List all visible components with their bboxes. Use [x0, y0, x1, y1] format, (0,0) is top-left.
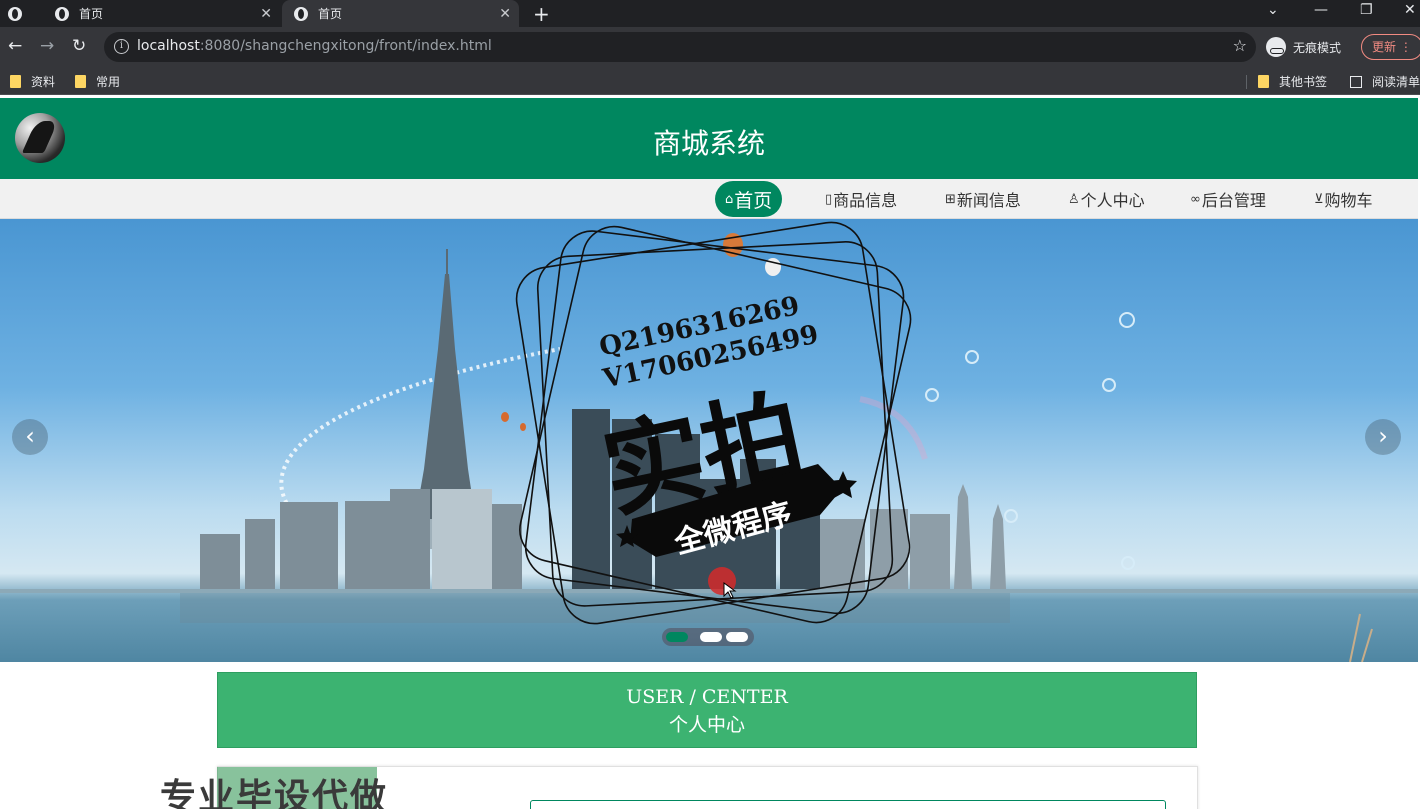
incognito-icon: [1266, 37, 1286, 57]
carousel-slide-image: Q2196316269 V17060256499 实拍 全微程序: [0, 221, 1418, 662]
minimize-button[interactable]: —: [1314, 2, 1328, 18]
folder-icon: [75, 75, 86, 88]
address-bar[interactable]: i localhost:8080/shangchengxitong/front/…: [104, 32, 1256, 62]
reading-list-icon: [1350, 75, 1362, 88]
watermark-overlay-text: 专业毕设代做: [160, 777, 389, 809]
browser-toolbar: ← → ↻ i localhost:8080/shangchengxitong/…: [0, 27, 1420, 67]
bookmark-folder-ziliao[interactable]: 资料: [10, 73, 55, 90]
forward-button[interactable]: →: [40, 36, 54, 56]
reading-list[interactable]: 阅读清单: [1350, 73, 1420, 90]
hero-carousel[interactable]: Q2196316269 V17060256499 实拍 全微程序 ‹ ›: [0, 219, 1418, 662]
back-button[interactable]: ←: [8, 36, 22, 56]
browser-tab-1[interactable]: 首页 ✕: [45, 0, 280, 27]
nav-item-products[interactable]: ▯ 商品信息: [825, 187, 897, 211]
user-center-heading: USER / CENTER 个人中心: [217, 672, 1197, 748]
browser-tabstrip: 首页 ✕ 首页 ✕ + ⌄ — ❐ ✕: [0, 0, 1420, 27]
globe-icon: [8, 6, 22, 21]
nav-label: 后台管理: [1201, 191, 1266, 210]
url-text[interactable]: localhost:8080/shangchengxitong/front/in…: [137, 38, 492, 54]
web-page: 商城系统 ⌂ 首页 ▯ 商品信息 ⊞ 新闻信息 ♙ 个人中心 ∞ 后台管理 ⊻ 购物车: [0, 98, 1420, 809]
incognito-label: 无痕模式: [1293, 40, 1342, 55]
close-tab-icon[interactable]: ✕: [499, 6, 511, 22]
user-center-heading-en: USER / CENTER: [626, 686, 788, 708]
incognito-indicator[interactable]: 无痕模式: [1266, 34, 1341, 60]
site-header: 商城系统: [0, 98, 1418, 179]
nav-item-user-center[interactable]: ♙ 个人中心: [1068, 187, 1145, 211]
nav-label: 个人中心: [1080, 191, 1145, 210]
tab-search-chevron-icon[interactable]: ⌄: [1267, 2, 1279, 18]
nav-label: 首页: [734, 189, 773, 212]
nav-label: 新闻信息: [956, 191, 1021, 210]
new-tab-button[interactable]: +: [533, 2, 550, 26]
bookmark-folder-changyong[interactable]: 常用: [75, 73, 120, 90]
globe-icon: [294, 6, 308, 21]
update-button[interactable]: 更新 ⋮: [1361, 34, 1420, 60]
close-tab-icon[interactable]: ✕: [260, 6, 272, 22]
nav-item-home[interactable]: ⌂ 首页: [715, 181, 783, 217]
update-label: 更新: [1372, 40, 1397, 54]
bookmark-label: 阅读清单: [1372, 75, 1420, 89]
carousel-dot-1[interactable]: [666, 632, 688, 642]
carousel-prev-button[interactable]: ‹: [12, 419, 48, 455]
bookmarks-divider: [1246, 75, 1247, 89]
globe-icon: [55, 6, 69, 21]
nav-label: 购物车: [1324, 191, 1373, 210]
bookmark-label: 其他书签: [1279, 75, 1328, 89]
tab-search-button[interactable]: [8, 0, 38, 27]
bookmarks-bar: 资料 常用 其他书签 阅读清单: [0, 67, 1420, 95]
restore-button[interactable]: ❐: [1360, 2, 1373, 18]
user-center-heading-zh: 个人中心: [668, 714, 745, 736]
nav-label: 商品信息: [833, 191, 898, 210]
user-icon: ♙: [1068, 191, 1080, 207]
bookmark-star-icon[interactable]: ☆: [1233, 36, 1247, 55]
home-icon: ⌂: [725, 191, 734, 207]
tab-title: 首页: [318, 7, 343, 21]
carousel-dot-2[interactable]: [700, 632, 722, 642]
cart-icon: ⊻: [1314, 191, 1324, 207]
carousel-next-button[interactable]: ›: [1365, 419, 1401, 455]
close-window-button[interactable]: ✕: [1404, 2, 1416, 18]
main-nav: ⌂ 首页 ▯ 商品信息 ⊞ 新闻信息 ♙ 个人中心 ∞ 后台管理 ⊻ 购物车: [0, 179, 1418, 219]
gift-icon: ⊞: [945, 191, 956, 207]
document-icon: ▯: [825, 191, 833, 207]
nav-item-cart[interactable]: ⊻ 购物车: [1314, 187, 1373, 211]
folder-icon: [1258, 75, 1269, 88]
site-title: 商城系统: [652, 127, 765, 160]
tab-title: 首页: [79, 7, 104, 21]
site-info-icon[interactable]: i: [114, 39, 129, 54]
reload-button[interactable]: ↻: [72, 36, 86, 56]
bookmark-label: 资料: [31, 75, 56, 89]
carousel-dot-3[interactable]: [726, 632, 748, 642]
nav-item-news[interactable]: ⊞ 新闻信息: [945, 187, 1021, 211]
carousel-indicators: [662, 628, 754, 646]
browser-tab-2[interactable]: 首页 ✕: [282, 0, 519, 27]
other-bookmarks[interactable]: 其他书签: [1258, 73, 1327, 90]
folder-icon: [10, 75, 21, 88]
link-icon: ∞: [1190, 191, 1201, 207]
user-center-form-field[interactable]: [530, 800, 1166, 809]
nav-item-admin[interactable]: ∞ 后台管理: [1190, 187, 1266, 211]
bookmark-label: 常用: [96, 75, 121, 89]
